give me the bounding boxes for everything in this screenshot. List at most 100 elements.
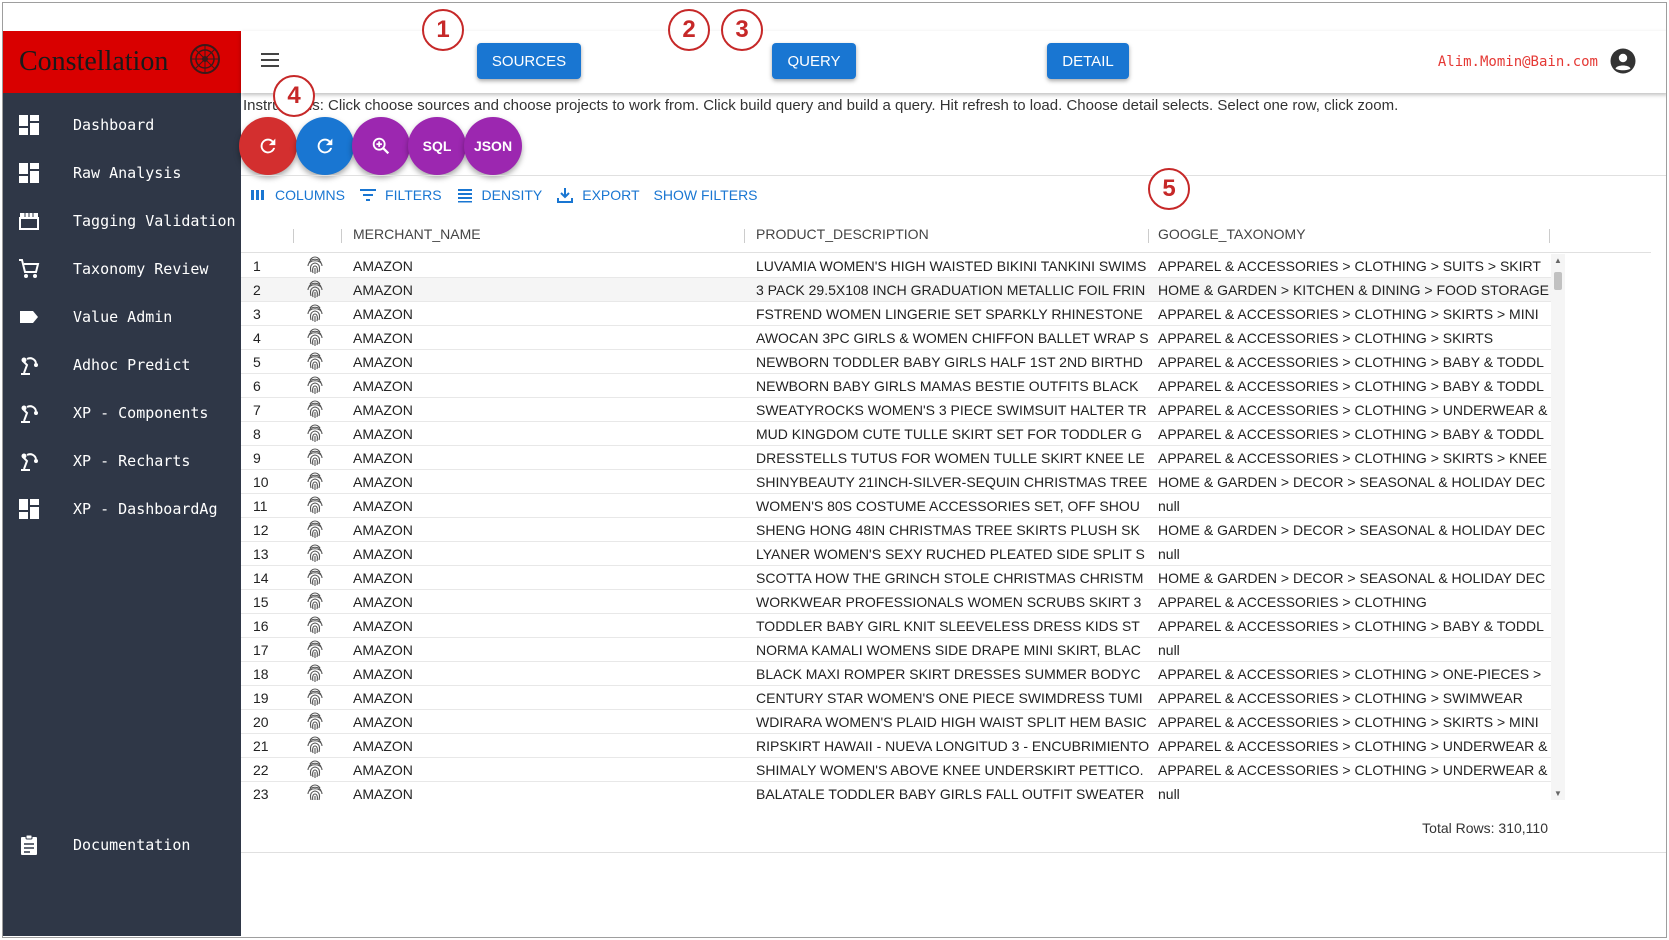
header-product-description[interactable]: PRODUCT_DESCRIPTION (756, 226, 929, 242)
cell-product-description[interactable]: TODDLER BABY GIRL KNIT SLEEVELESS DRESS … (756, 618, 1149, 634)
sidebar-item-tagging-validation[interactable]: Tagging Validation (3, 199, 241, 243)
cell-merchant-name[interactable]: AMAZON (353, 306, 743, 322)
table-row[interactable]: 15 AMAZON WORKWEAR PROFESSIONALS WOMEN SCR… (241, 590, 1551, 614)
table-row[interactable]: 23 AMAZON BALATALE TODDLER BABY GIRLS FALL… (241, 782, 1551, 800)
cell-product-description[interactable]: WORKWEAR PROFESSIONALS WOMEN SCRUBS SKIR… (756, 594, 1149, 610)
fingerprint-icon[interactable] (305, 567, 325, 587)
refresh-button[interactable] (296, 117, 354, 175)
fingerprint-icon[interactable] (305, 687, 325, 707)
cell-google-taxonomy[interactable]: null (1158, 546, 1551, 562)
cell-product-description[interactable]: NEWBORN BABY GIRLS MAMAS BESTIE OUTFITS … (756, 378, 1149, 394)
table-row[interactable]: 9 AMAZON DRESSTELLS TUTUS FOR WOMEN TULLE … (241, 446, 1551, 470)
cell-google-taxonomy[interactable]: APPAREL & ACCESSORIES > CLOTHING > UNDER… (1158, 762, 1551, 778)
table-row[interactable]: 6 AMAZON NEWBORN BABY GIRLS MAMAS BESTIE O… (241, 374, 1551, 398)
cell-product-description[interactable]: BLACK MAXI ROMPER SKIRT DRESSES SUMMER B… (756, 666, 1149, 682)
cell-product-description[interactable]: SWEATYROCKS WOMEN'S 3 PIECE SWIMSUIT HAL… (756, 402, 1149, 418)
cell-product-description[interactable]: SCOTTA HOW THE GRINCH STOLE CHRISTMAS CH… (756, 570, 1149, 586)
table-row[interactable]: 7 AMAZON SWEATYROCKS WOMEN'S 3 PIECE SWIMS… (241, 398, 1551, 422)
cell-product-description[interactable]: SHIMALY WOMEN'S ABOVE KNEE UNDERSKIRT PE… (756, 762, 1149, 778)
fingerprint-icon[interactable] (305, 735, 325, 755)
cell-google-taxonomy[interactable]: APPAREL & ACCESSORIES > CLOTHING > ONE-P… (1158, 666, 1551, 682)
sidebar-item-raw-analysis[interactable]: Raw Analysis (3, 151, 241, 195)
sidebar-item-dashboard[interactable]: Dashboard (3, 103, 241, 147)
cell-google-taxonomy[interactable]: APPAREL & ACCESSORIES > CLOTHING > SWIMW… (1158, 690, 1551, 706)
fingerprint-icon[interactable] (305, 351, 325, 371)
sidebar-item-xp-dashboardag[interactable]: XP - DashboardAg (3, 487, 241, 531)
density-button[interactable]: DENSITY (456, 186, 542, 204)
cell-google-taxonomy[interactable]: APPAREL & ACCESSORIES > CLOTHING > BABY … (1158, 378, 1551, 394)
cell-google-taxonomy[interactable]: APPAREL & ACCESSORIES > CLOTHING > SKIRT… (1158, 714, 1551, 730)
table-row[interactable]: 21 AMAZON RIPSKIRT HAWAII - NUEVA LONGITUD… (241, 734, 1551, 758)
table-row[interactable]: 10 AMAZON SHINYBEAUTY 21INCH-SILVER-SEQUIN… (241, 470, 1551, 494)
column-separator[interactable] (341, 229, 342, 243)
sidebar-item-xp-recharts[interactable]: XP - Recharts (3, 439, 241, 483)
cell-google-taxonomy[interactable]: APPAREL & ACCESSORIES > CLOTHING > UNDER… (1158, 402, 1551, 418)
scrollbar-thumb[interactable] (1554, 272, 1562, 290)
vertical-scrollbar[interactable]: ▲ ▼ (1551, 254, 1565, 800)
cell-product-description[interactable]: WDIRARA WOMEN'S PLAID HIGH WAIST SPLIT H… (756, 714, 1149, 730)
sidebar-item-value-admin[interactable]: Value Admin (3, 295, 241, 339)
table-row[interactable]: 11 AMAZON WOMEN'S 80S COSTUME ACCESSORIES … (241, 494, 1551, 518)
fingerprint-icon[interactable] (305, 663, 325, 683)
table-row[interactable]: 17 AMAZON NORMA KAMALI WOMENS SIDE DRAPE M… (241, 638, 1551, 662)
cell-merchant-name[interactable]: AMAZON (353, 426, 743, 442)
column-separator[interactable] (744, 229, 745, 243)
cell-merchant-name[interactable]: AMAZON (353, 378, 743, 394)
fingerprint-icon[interactable] (305, 639, 325, 659)
column-separator[interactable] (1148, 229, 1149, 243)
account-circle-icon[interactable] (1610, 48, 1636, 74)
cell-merchant-name[interactable]: AMAZON (353, 666, 743, 682)
table-row[interactable]: 1 AMAZON LUVAMIA WOMEN'S HIGH WAISTED BIKI… (241, 254, 1551, 278)
fingerprint-icon[interactable] (305, 399, 325, 419)
cell-product-description[interactable]: 3 PACK 29.5X108 INCH GRADUATION METALLIC… (756, 282, 1149, 298)
columns-button[interactable]: COLUMNS (249, 186, 345, 204)
cell-merchant-name[interactable]: AMAZON (353, 282, 743, 298)
scroll-up-arrow-icon[interactable]: ▲ (1554, 256, 1562, 265)
cell-merchant-name[interactable]: AMAZON (353, 714, 743, 730)
json-button[interactable]: JSON (464, 117, 522, 175)
table-row[interactable]: 2 AMAZON 3 PACK 29.5X108 INCH GRADUATION M… (241, 278, 1551, 302)
fingerprint-icon[interactable] (305, 375, 325, 395)
refresh-load-button[interactable] (239, 117, 297, 175)
cell-google-taxonomy[interactable]: APPAREL & ACCESSORIES > CLOTHING > BABY … (1158, 426, 1551, 442)
cell-google-taxonomy[interactable]: APPAREL & ACCESSORIES > CLOTHING > BABY … (1158, 618, 1551, 634)
table-row[interactable]: 3 AMAZON FSTREND WOMEN LINGERIE SET SPARKL… (241, 302, 1551, 326)
detail-button[interactable]: DETAIL (1047, 43, 1129, 79)
fingerprint-icon[interactable] (305, 711, 325, 731)
fingerprint-icon[interactable] (305, 783, 325, 800)
fingerprint-icon[interactable] (305, 471, 325, 491)
cell-merchant-name[interactable]: AMAZON (353, 786, 743, 800)
fingerprint-icon[interactable] (305, 591, 325, 611)
fingerprint-icon[interactable] (305, 255, 325, 275)
cell-google-taxonomy[interactable]: null (1158, 498, 1551, 514)
cell-merchant-name[interactable]: AMAZON (353, 570, 743, 586)
table-row[interactable]: 19 AMAZON CENTURY STAR WOMEN'S ONE PIECE S… (241, 686, 1551, 710)
cell-google-taxonomy[interactable]: null (1158, 642, 1551, 658)
menu-icon[interactable] (261, 53, 279, 69)
fingerprint-icon[interactable] (305, 303, 325, 323)
cell-merchant-name[interactable]: AMAZON (353, 354, 743, 370)
cell-product-description[interactable]: RIPSKIRT HAWAII - NUEVA LONGITUD 3 - ENC… (756, 738, 1149, 754)
table-row[interactable]: 13 AMAZON LYANER WOMEN'S SEXY RUCHED PLEAT… (241, 542, 1551, 566)
cell-google-taxonomy[interactable]: APPAREL & ACCESSORIES > CLOTHING > SKIRT… (1158, 306, 1551, 322)
filters-button[interactable]: FILTERS (359, 186, 442, 204)
table-row[interactable]: 4 AMAZON AWOCAN 3PC GIRLS & WOMEN CHIFFON … (241, 326, 1551, 350)
cell-product-description[interactable]: BALATALE TODDLER BABY GIRLS FALL OUTFIT … (756, 786, 1149, 800)
export-button[interactable]: EXPORT (556, 186, 640, 204)
cell-product-description[interactable]: SHINYBEAUTY 21INCH-SILVER-SEQUIN CHRISTM… (756, 474, 1149, 490)
cell-google-taxonomy[interactable]: HOME & GARDEN > DECOR > SEASONAL & HOLID… (1158, 474, 1551, 490)
table-row[interactable]: 20 AMAZON WDIRARA WOMEN'S PLAID HIGH WAIST… (241, 710, 1551, 734)
cell-product-description[interactable]: CENTURY STAR WOMEN'S ONE PIECE SWIMDRESS… (756, 690, 1149, 706)
cell-merchant-name[interactable]: AMAZON (353, 618, 743, 634)
cell-product-description[interactable]: AWOCAN 3PC GIRLS & WOMEN CHIFFON BALLET … (756, 330, 1149, 346)
show-filters-button[interactable]: SHOW FILTERS (654, 187, 758, 203)
user-email[interactable]: Alim.Momin@Bain.com (1438, 54, 1598, 70)
cell-merchant-name[interactable]: AMAZON (353, 450, 743, 466)
cell-google-taxonomy[interactable]: APPAREL & ACCESSORIES > CLOTHING > BABY … (1158, 354, 1551, 370)
table-row[interactable]: 8 AMAZON MUD KINGDOM CUTE TULLE SKIRT SET … (241, 422, 1551, 446)
fingerprint-icon[interactable] (305, 759, 325, 779)
table-row[interactable]: 16 AMAZON TODDLER BABY GIRL KNIT SLEEVELES… (241, 614, 1551, 638)
cell-google-taxonomy[interactable]: HOME & GARDEN > DECOR > SEASONAL & HOLID… (1158, 570, 1551, 586)
sidebar-item-taxonomy-review[interactable]: Taxonomy Review (3, 247, 241, 291)
fingerprint-icon[interactable] (305, 447, 325, 467)
